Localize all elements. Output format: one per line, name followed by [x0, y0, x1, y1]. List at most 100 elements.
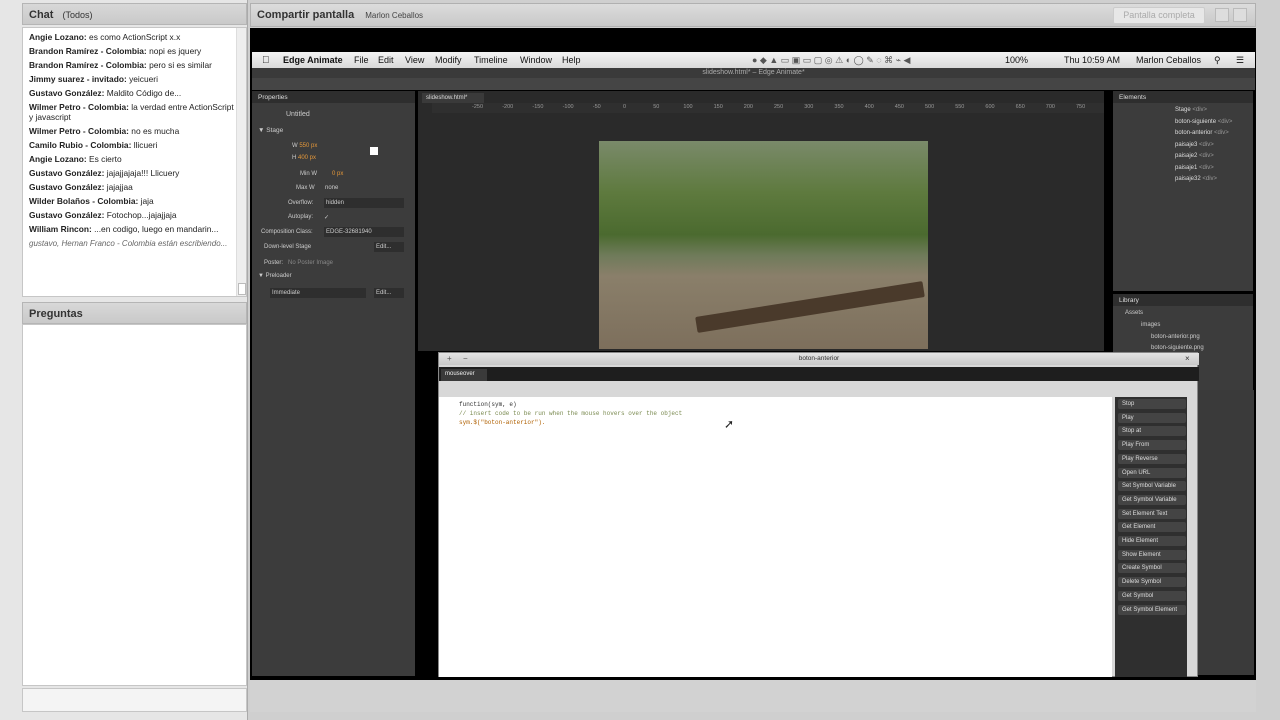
canoe-shape	[695, 281, 925, 333]
snippet-button[interactable]: Delete Symbol	[1118, 577, 1186, 588]
ruler-tick: 600	[985, 104, 995, 110]
element-row[interactable]: boton-siguiente <div>	[1175, 119, 1232, 125]
stage-landscape-image[interactable]	[599, 141, 928, 349]
code-editor[interactable]: function(sym, e) // insert code to be ru…	[439, 397, 1112, 677]
code-line[interactable]: sym.$("boton-anterior").	[459, 419, 545, 426]
snippet-button[interactable]: Play	[1118, 412, 1186, 423]
snippet-button[interactable]: Open URL	[1118, 467, 1186, 478]
max-width-value[interactable]: none	[325, 185, 338, 191]
composition-name[interactable]: Untitled	[286, 111, 310, 118]
questions-input[interactable]	[22, 688, 247, 712]
width-field[interactable]: W 550 px	[292, 143, 317, 149]
element-row[interactable]: paisaje32 <div>	[1175, 176, 1217, 182]
width-value[interactable]: 550 px	[299, 143, 317, 149]
chat-text: Fotochop...jajajjaja	[106, 210, 177, 220]
code-comment[interactable]: // insert code to be run when the mouse …	[459, 410, 682, 417]
code-window-title: boton-anterior	[439, 353, 1199, 365]
height-value[interactable]: 400 px	[298, 155, 316, 161]
chat-header: Chat (Todos)	[22, 3, 247, 25]
element-row[interactable]: paisaje3 <div>	[1175, 142, 1214, 148]
snippet-button[interactable]: Create Symbol	[1118, 563, 1186, 574]
snippet-button[interactable]: Hide Element	[1118, 536, 1186, 546]
max-width-label: Max W	[296, 185, 315, 191]
element-row[interactable]: paisaje2 <div>	[1175, 153, 1214, 159]
preloader-edit-button[interactable]: Edit...	[374, 288, 404, 298]
element-name: paisaje2	[1175, 153, 1198, 159]
chat-author: Wilder Bolaños - Colombia:	[29, 196, 139, 206]
app-window-title: slideshow.html* – Edge Animate*	[252, 68, 1255, 78]
menu-file[interactable]: File	[354, 55, 369, 65]
add-event-icon[interactable]: +	[447, 354, 452, 363]
autoplay-checkbox[interactable]: ✓	[324, 214, 329, 221]
element-row[interactable]: Stage <div>	[1175, 107, 1207, 113]
menu-help[interactable]: Help	[562, 55, 581, 65]
elements-tab[interactable]: Elements	[1113, 91, 1253, 103]
snippet-button[interactable]: Play Reverse	[1118, 453, 1186, 464]
library-file[interactable]: boton-siguiente.png	[1151, 345, 1204, 351]
menu-timeline[interactable]: Timeline	[474, 55, 508, 65]
ruler-tick: 650	[1015, 104, 1025, 110]
spotlight-icon[interactable]: ⚲	[1214, 55, 1221, 66]
menu-modify[interactable]: Modify	[435, 55, 462, 65]
tab-mouseover[interactable]: mouseover	[441, 369, 487, 381]
downlevel-edit-button[interactable]: Edit...	[374, 242, 404, 252]
apple-icon[interactable]: 	[262, 55, 270, 66]
element-row[interactable]: paisaje1 <div>	[1175, 165, 1214, 171]
ruler-tick: 200	[743, 104, 753, 110]
stage-tab[interactable]: slideshow.html*	[422, 93, 484, 103]
composition-class-label: Composition Class:	[261, 229, 313, 235]
close-icon[interactable]: ×	[1185, 354, 1190, 363]
chat-author: Gustavo González:	[29, 182, 105, 192]
properties-panel: Properties Untitled ▼ Stage W 550 px H 4…	[252, 91, 415, 676]
stage-color-swatch[interactable]	[370, 147, 378, 155]
stage-section[interactable]: ▼ Stage	[258, 127, 283, 134]
images-folder[interactable]: images	[1141, 322, 1160, 328]
assets-section[interactable]: Assets	[1125, 310, 1143, 316]
overflow-select[interactable]: hidden	[324, 198, 404, 208]
chat-message: Wilmer Petro - Colombia: no es mucha	[23, 126, 246, 137]
ruler-tick: 50	[653, 104, 660, 110]
snippet-button[interactable]: Set Symbol Variable	[1118, 481, 1186, 492]
library-tab[interactable]: Library	[1113, 294, 1253, 306]
min-width-value[interactable]: 0 px	[332, 171, 343, 177]
user-name[interactable]: Marlon Ceballos	[1136, 55, 1201, 65]
composition-class-field[interactable]: EDGE-32681940	[324, 227, 404, 237]
snippet-button[interactable]: Get Symbol	[1118, 590, 1186, 601]
chat-message: Gustavo González: Maldito Código de...	[23, 88, 246, 99]
chat-scrollbar[interactable]	[236, 28, 246, 296]
snippet-button[interactable]: Get Element	[1118, 522, 1186, 533]
battery-status[interactable]: 100%	[1005, 55, 1028, 65]
fullscreen-button[interactable]: Pantalla completa	[1113, 7, 1205, 24]
app-menu[interactable]: Edge Animate	[283, 55, 343, 65]
tools-toolbar	[252, 78, 1255, 90]
snippet-button[interactable]: Get Symbol Element	[1118, 604, 1186, 615]
chat-author: Angie Lozano:	[29, 154, 87, 164]
window-restore-icon[interactable]	[1215, 8, 1229, 22]
snippet-button[interactable]: Stop at	[1118, 426, 1186, 437]
window-maximize-icon[interactable]	[1233, 8, 1247, 22]
properties-tab[interactable]: Properties	[252, 91, 415, 103]
snippet-button[interactable]: Set Element Text	[1118, 508, 1186, 519]
preloader-section[interactable]: ▼ Preloader	[258, 273, 292, 279]
remove-event-icon[interactable]: −	[463, 354, 468, 363]
snippet-button[interactable]: Get Symbol Variable	[1118, 494, 1186, 505]
snippet-button[interactable]: Play From	[1118, 440, 1186, 451]
element-row[interactable]: boton-anterior <div>	[1175, 130, 1229, 136]
chat-scroll-thumb[interactable]	[238, 283, 246, 295]
typing-indicator: gustavo, Hernan Franco - Colombia están …	[29, 238, 228, 248]
clock[interactable]: Thu 10:59 AM	[1064, 55, 1120, 65]
menu-window[interactable]: Window	[520, 55, 552, 65]
chat-filter[interactable]: (Todos)	[63, 10, 93, 20]
code-line[interactable]: function(sym, e)	[459, 401, 517, 408]
snippet-button[interactable]: Show Element	[1118, 549, 1186, 560]
height-field[interactable]: H 400 px	[292, 155, 316, 161]
chat-message: Camilo Rubio - Colombia: llicueri	[23, 140, 246, 151]
chat-text: Maldito Código de...	[106, 87, 182, 98]
library-file[interactable]: boton-anterior.png	[1151, 334, 1200, 340]
preloader-select[interactable]: Immediate	[270, 288, 366, 298]
ruler-tick: 400	[864, 104, 874, 110]
menu-edit[interactable]: Edit	[378, 55, 394, 65]
menu-view[interactable]: View	[405, 55, 424, 65]
list-icon[interactable]: ☰	[1236, 55, 1244, 66]
snippet-button[interactable]: Stop	[1118, 399, 1186, 409]
